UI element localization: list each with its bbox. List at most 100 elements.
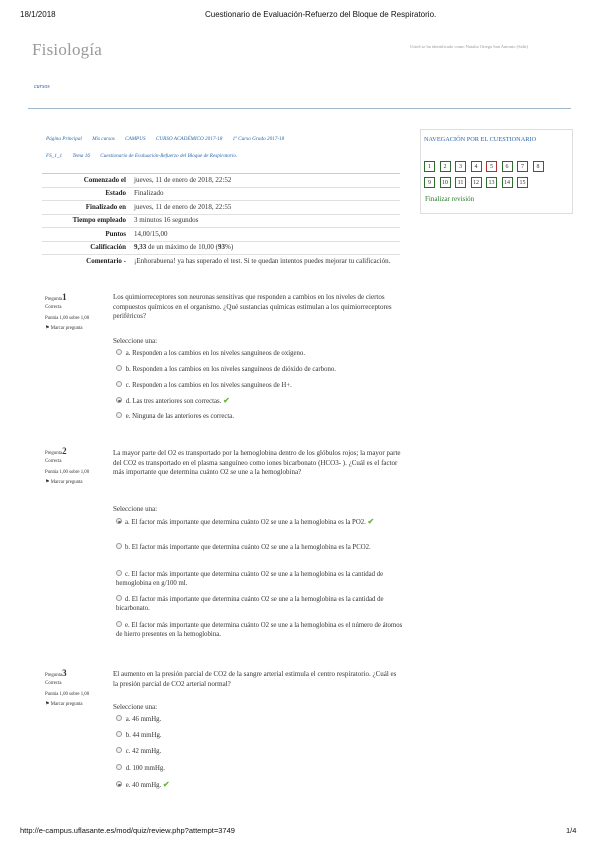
- answer-option[interactable]: e. El factor más importante que determin…: [116, 621, 406, 639]
- question-nav-button[interactable]: 4: [470, 161, 482, 172]
- radio-selected-icon[interactable]: [116, 518, 122, 525]
- question-status: Correcta: [45, 304, 62, 310]
- answer-option[interactable]: a. Responden a los cambios en los nivele…: [116, 349, 406, 358]
- question-nav-button[interactable]: 13: [486, 177, 497, 188]
- summary-row: Puntos 14,00/15,00: [42, 227, 400, 241]
- question-nav-button[interactable]: 9: [424, 177, 435, 188]
- question-nav-button[interactable]: 5: [486, 161, 497, 172]
- summary-row: Estado Finalizado: [42, 186, 400, 201]
- user-info[interactable]: Usted se ha identificado como Natalia Or…: [410, 44, 528, 49]
- site-title[interactable]: Fisiología: [32, 40, 102, 60]
- summary-row: Calificación 9,33 de un máximo de 10,00 …: [42, 240, 400, 255]
- answer-option[interactable]: d. Las tres anteriores son correctas. ✔: [116, 396, 406, 406]
- select-label: Seleccione una:: [113, 505, 158, 513]
- summary-row: Comentario - ¡Enhorabuena! ya has supera…: [42, 254, 400, 268]
- print-date: 18/1/2018: [20, 10, 56, 19]
- question-nav-button[interactable]: 10: [439, 177, 451, 188]
- radio-icon[interactable]: [116, 543, 122, 550]
- question-nav-button[interactable]: 8: [532, 161, 544, 172]
- breadcrumb-academic-year[interactable]: CURSO ACADÉMICO 2017-18: [156, 136, 222, 142]
- radio-selected-icon[interactable]: [116, 397, 122, 404]
- radio-icon[interactable]: [116, 570, 122, 577]
- radio-selected-icon[interactable]: [116, 781, 122, 788]
- footer-page: 1/4: [566, 826, 577, 835]
- answer-option[interactable]: e. Ninguna de las anteriores es correcta…: [116, 412, 406, 421]
- radio-icon[interactable]: [116, 595, 122, 602]
- flag-label: Marcar pregunta: [50, 701, 83, 707]
- grade-text: de un máximo de 10,00 (: [146, 243, 218, 251]
- question-nav-button[interactable]: 11: [455, 177, 466, 188]
- summary-key: Comenzado el: [42, 173, 130, 187]
- header-divider: [28, 108, 571, 109]
- question-nav-button[interactable]: 7: [517, 161, 528, 172]
- attempt-summary-table: Comenzado el jueves, 11 de enero de 2018…: [42, 173, 400, 268]
- summary-row: Comenzado el jueves, 11 de enero de 2018…: [42, 173, 400, 187]
- summary-comment: ¡Enhorabuena! ya has superado el test. S…: [130, 254, 400, 268]
- answer-option[interactable]: a. 46 mmHg.: [116, 715, 406, 724]
- question-points: Puntúa 1,00 sobre 1,00: [45, 316, 90, 321]
- question-nav-button[interactable]: 6: [501, 161, 513, 172]
- answer-option[interactable]: a. El factor más importante que determin…: [116, 517, 406, 527]
- summary-key: Comentario -: [42, 254, 130, 268]
- breadcrumb-row2: FS_1_1 Tema 16 Cuestionario de Evaluació…: [46, 153, 246, 159]
- summary-value: 14,00/15,00: [130, 227, 400, 241]
- summary-key: Estado: [42, 186, 130, 201]
- answer-option[interactable]: b. 44 mmHg.: [116, 731, 406, 740]
- question-nav-button[interactable]: 12: [470, 177, 482, 188]
- question-nav-button[interactable]: 3: [455, 161, 466, 172]
- summary-value: jueves, 11 de enero de 2018, 22:52: [130, 173, 400, 187]
- question-info: Pregunta1 Correcta Puntúa 1,00 sobre 1,0…: [45, 293, 103, 333]
- breadcrumb-topic[interactable]: Tema 16: [72, 153, 90, 159]
- summary-row: Tiempo empleado 3 minutos 16 segundos: [42, 213, 400, 228]
- answer-option[interactable]: d. 100 mmHg.: [116, 764, 406, 773]
- breadcrumb-campus[interactable]: CAMPUS: [125, 136, 145, 142]
- breadcrumb-fs[interactable]: FS_1_1: [46, 153, 62, 159]
- radio-icon[interactable]: [116, 621, 122, 628]
- summary-value: jueves, 11 de enero de 2018, 22:55: [130, 200, 400, 214]
- finish-review-link[interactable]: Finalizar revisión: [425, 195, 474, 203]
- answer-option[interactable]: b. El factor más importante que determin…: [116, 543, 406, 552]
- radio-icon[interactable]: [116, 715, 122, 722]
- radio-icon[interactable]: [116, 412, 122, 419]
- question-nav-button[interactable]: 14: [501, 177, 513, 188]
- breadcrumb-quiz[interactable]: Cuestionario de Evaluación-Refuerzo del …: [100, 153, 237, 159]
- question-nav-button[interactable]: 15: [517, 177, 528, 188]
- grade-score: 9,33: [134, 243, 147, 251]
- breadcrumb-course-grade[interactable]: 1º Curso Grado 2017-18: [233, 136, 285, 142]
- breadcrumb-my-courses[interactable]: Mis cursos: [92, 136, 115, 142]
- answer-option[interactable]: d. El factor más importante que determin…: [116, 595, 406, 613]
- radio-icon[interactable]: [116, 381, 122, 388]
- flag-question[interactable]: ⚑ Marcar pregunta: [45, 701, 103, 709]
- breadcrumb-home[interactable]: Página Principal: [46, 136, 82, 142]
- check-icon: ✔: [367, 517, 375, 526]
- radio-icon[interactable]: [116, 764, 122, 771]
- check-icon: ✔: [162, 780, 170, 789]
- summary-key: Finalizado en: [42, 200, 130, 214]
- question-text: Los quimiorreceptores son neuronas sensi…: [113, 293, 392, 320]
- flag-label: Marcar pregunta: [50, 325, 83, 331]
- answer-option[interactable]: c. Responden a los cambios en los nivele…: [116, 381, 406, 390]
- radio-icon[interactable]: [116, 365, 122, 372]
- question-number: 3: [62, 668, 67, 678]
- radio-icon[interactable]: [116, 349, 122, 356]
- flag-question[interactable]: ⚑ Marcar pregunta: [45, 479, 103, 487]
- answer-option[interactable]: b. Responden a los cambios en los nivele…: [116, 365, 406, 374]
- courses-link[interactable]: cursos: [34, 84, 50, 90]
- answer-option[interactable]: c. 42 mmHg.: [116, 747, 406, 756]
- breadcrumb: Página Principal Mis cursos CAMPUS CURSO…: [46, 136, 293, 142]
- footer-url: http://e-campus.uflasante.es/mod/quiz/re…: [20, 826, 235, 835]
- question-nav-button[interactable]: 2: [439, 161, 451, 172]
- radio-icon[interactable]: [116, 731, 122, 738]
- question-number: 2: [62, 446, 67, 456]
- answer-option[interactable]: e. 40 mmHg. ✔: [116, 780, 406, 790]
- question-points: Puntúa 1,00 sobre 1,00: [45, 692, 90, 697]
- summary-value: Finalizado: [130, 186, 400, 201]
- radio-icon[interactable]: [116, 747, 122, 754]
- question-nav-button[interactable]: 1: [424, 161, 435, 172]
- flag-label: Marcar pregunta: [50, 479, 83, 485]
- answer-option[interactable]: c. El factor más importante que determin…: [116, 570, 406, 588]
- summary-value: 3 minutos 16 segundos: [130, 213, 400, 228]
- flag-icon: ⚑: [45, 325, 50, 331]
- flag-question[interactable]: ⚑ Marcar pregunta: [45, 325, 103, 333]
- question-info: Pregunta2 Correcta Puntúa 1,00 sobre 1,0…: [45, 446, 103, 487]
